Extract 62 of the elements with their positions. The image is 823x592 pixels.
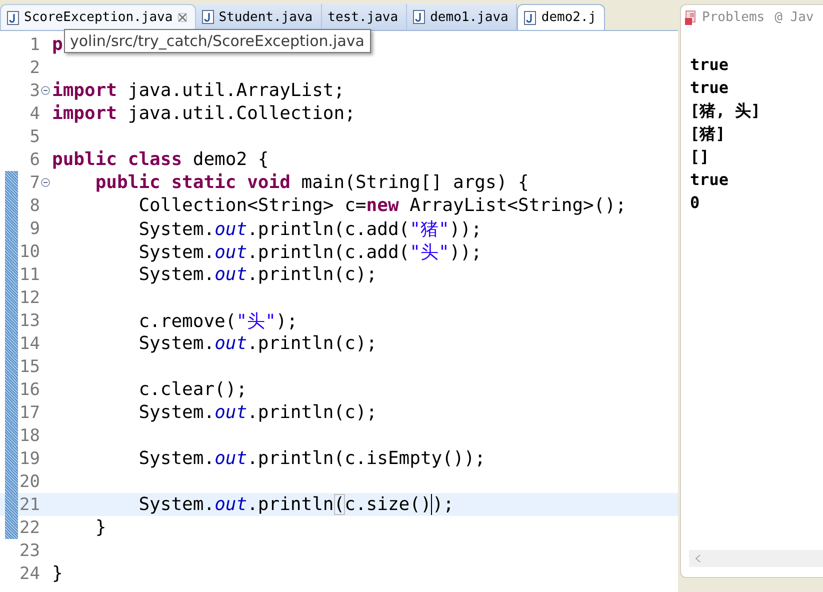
line-number: 2 [28,58,40,78]
line-number: 4 [28,104,40,124]
java-file-icon [202,10,214,24]
code-line: System.out.println(c.size()); [138,494,454,515]
editor-tab[interactable]: demo2.j [517,4,606,30]
line-number: 5 [28,126,40,146]
line-number: 10 [18,242,40,262]
code-line: c.clear(); [138,379,248,400]
java-file-icon [7,10,19,24]
console-output-line: true [690,54,730,76]
line-number: 18 [18,426,40,446]
line-number: 6 [28,150,40,170]
code-line: p [52,34,63,55]
code-line: import java.util.ArrayList; [52,80,345,101]
code-line: Collection<String> c=new ArrayList<String>(); [138,195,626,216]
line-number: 19 [18,448,40,468]
tooltip: yolin/src/try_catch/ScoreException.java [64,29,370,53]
code-line: } [94,517,106,538]
line-number: 23 [18,540,40,560]
collapse-icon[interactable] [41,178,50,187]
editor-tab[interactable]: Student.java [196,4,322,30]
code-line: import java.util.Collection; [52,103,356,124]
line-number: 11 [18,264,40,284]
editor-tab[interactable]: ScoreException.java [0,4,196,30]
line-number: 21 [18,494,40,514]
line-number: 22 [18,518,40,538]
line-number: 8 [28,196,40,216]
console-output-line: true [690,77,730,99]
console-output-line: 0 [690,192,701,214]
line-number: 1 [28,34,40,54]
line-number: 7 [28,172,40,192]
code-line: System.out.println(c); [138,333,378,354]
line-number: 24 [18,564,40,584]
java-file-icon [524,10,536,24]
console-output-line: true [690,169,730,191]
code-line: System.out.println(c); [138,264,378,285]
console-output-line: [] [690,146,710,168]
console-output-line: [猪] [690,123,726,145]
code-line: System.out.println(c.isEmpty()); [138,448,486,469]
collapse-icon[interactable] [41,86,50,95]
code-line: public class demo2 { [52,149,269,170]
close-icon[interactable] [178,13,187,22]
line-number: 14 [18,334,40,354]
line-number: 15 [18,356,40,376]
line-number: 13 [18,310,40,330]
line-number: 16 [18,380,40,400]
code-line: } [52,563,63,584]
line-number: 9 [28,218,40,238]
code-line: System.out.println(c); [138,402,378,423]
code-line: public static void main(String[] args) { [94,172,529,193]
editor-tab[interactable]: demo1.java [407,4,518,30]
editor-tab[interactable]: test.java [322,4,408,30]
line-number: 3 [28,80,40,100]
line-number: 12 [18,288,40,308]
code-line: System.out.println(c.add("头")); [138,240,482,264]
line-number: 20 [18,472,40,492]
console-output-line: [猪, 头] [690,100,762,122]
horizontal-scrollbar[interactable] [689,550,823,567]
java-file-icon [413,10,426,24]
code-line: c.remove("头"); [138,310,298,332]
line-number: 17 [18,402,40,422]
code-line: System.out.println(c.add("猪")); [138,218,482,240]
